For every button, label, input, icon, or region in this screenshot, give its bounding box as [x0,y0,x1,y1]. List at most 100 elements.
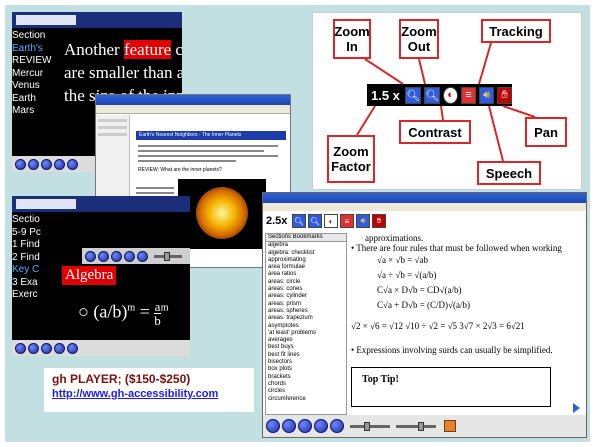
rule-line: C√a × D√b = CD√(a/b) [377,285,462,295]
sidebar-item[interactable]: areas: prism [268,301,346,308]
sidebar-item[interactable]: algebra [268,242,346,249]
middle-window-titlebar [96,95,290,105]
zoom-in-icon[interactable]: 🔍︎ [292,214,306,228]
zoom-in-icon[interactable]: 🔍︎ [405,86,422,104]
bullet-text: Expressions involving surds can usually … [356,345,553,355]
sidebar-item[interactable]: circumference [268,396,346,403]
sidebar-item[interactable]: areas: cylinder [268,293,346,300]
math-playerbar[interactable] [263,415,586,437]
speech-icon[interactable]: 🔊︎ [479,86,495,104]
sidebar-item[interactable]: areas: cones [268,286,346,293]
zoom-out-icon[interactable]: 🔍︎ [424,86,441,104]
power-formula: ○ (a/b)m = abm [78,299,169,328]
player-button[interactable] [28,158,39,170]
side-line[interactable]: 3 Exa [12,277,56,290]
contrast-icon[interactable]: ◐ [324,214,338,228]
left-top-toolbar [12,12,182,28]
sidebar-item[interactable]: algebra: checklist [268,250,346,257]
side-line[interactable]: Earth [12,93,58,106]
sidebar-item[interactable]: area ratios [268,271,346,278]
rule-line: √a ÷ √b = √(a/b) [377,270,437,280]
sidebar-item[interactable]: box plots [268,366,346,373]
player-button[interactable] [54,342,65,354]
left-bottom-playerbar[interactable] [12,340,190,356]
math-content: approximations. • There are four rules t… [351,233,575,415]
speed-slider[interactable] [350,421,390,431]
player-button[interactable] [54,158,65,170]
sidebar-item[interactable]: areas: circle [268,279,346,286]
player-button[interactable] [28,342,39,354]
math-zoom-value[interactable]: 2.5x [266,215,290,227]
bullet-rules: • There are four rules that must be foll… [351,243,562,253]
player-button[interactable] [67,158,78,170]
player-button[interactable] [15,158,26,170]
sidebar-item[interactable]: brackets [268,374,346,381]
left-bottom-playerbar-upper[interactable] [82,248,190,264]
left-bottom-screenshot: Sectio 5-9 Pc 1 Find 2 Find Key C 3 Exa … [12,196,190,356]
scroll-right-arrow[interactable] [573,403,580,413]
caption-link[interactable]: http://www.gh-accessibility.com [52,388,246,400]
side-line[interactable]: 1 Find [12,239,56,252]
sidebar-item[interactable]: areas: spheres [268,308,346,315]
side-line[interactable]: Earth's [12,43,58,56]
sidebar-tabs[interactable]: Sections Bookmarks [266,234,346,243]
player-button[interactable] [98,250,109,262]
volume-slider[interactable] [154,251,182,261]
pan-icon[interactable]: ✋︎ [497,86,513,104]
side-line[interactable]: Sectio [12,214,56,227]
side-line[interactable]: Mercur [12,68,58,81]
sidebar-item[interactable]: 'at least' problems [268,330,346,337]
zoom-out-icon[interactable]: 🔍︎ [308,214,322,228]
tracking-icon[interactable]: ≡ [461,86,477,104]
top-tip-box: Top Tip! [351,367,551,407]
sidebar-item[interactable]: area formulae [268,264,346,271]
bullet-simplify: • Expressions involving surds can usuall… [351,345,553,355]
player-button[interactable] [15,342,26,354]
side-line[interactable]: REVIEW [12,55,58,68]
middle-question: REVIEW: What are the inner planets? [138,167,222,173]
rule-line: C√a + D√b = (C/D)√(a/b) [377,300,470,310]
side-line[interactable]: Exerc [12,289,56,302]
sidebar-item[interactable]: averages [268,337,346,344]
math-window-titlebar [263,193,586,203]
sidebar-item[interactable]: chords [268,381,346,388]
settings-icon[interactable] [444,420,456,432]
bullet-text: There are four rules that must be follow… [356,243,562,253]
player-button[interactable] [85,250,96,262]
player-button[interactable] [124,250,135,262]
sidebar-item[interactable]: best fit lines [268,352,346,359]
forward-button-icon[interactable] [314,419,328,433]
zoom-out-label: Zoom Out [399,19,439,59]
player-button[interactable] [41,158,52,170]
contrast-icon[interactable]: ◐ [443,86,459,104]
sidebar-item[interactable]: approximating [268,257,346,264]
toolbar-strip [16,15,76,25]
sidebar-item[interactable]: asymptotes [268,323,346,330]
text-line: are smaller than all [64,63,182,82]
player-button[interactable] [137,250,148,262]
sidebar-item[interactable]: circles [268,388,346,395]
player-button[interactable] [41,342,52,354]
sidebar-item[interactable]: areas: trapezium [268,315,346,322]
back-button-icon[interactable] [266,419,280,433]
player-button[interactable] [111,250,122,262]
sidebar-item[interactable]: best buys [268,344,346,351]
sidebar-item[interactable]: bisectors [268,359,346,366]
volume-slider[interactable] [396,421,436,431]
play-button-icon[interactable] [282,419,296,433]
side-line[interactable]: Key C [12,264,56,277]
speech-icon[interactable]: 🔊︎ [356,214,370,228]
side-line[interactable]: 2 Find [12,252,56,265]
formula-exponent: m [127,302,136,314]
stop-button-icon[interactable] [298,419,312,433]
tracking-icon[interactable]: ≡ [340,214,354,228]
player-button[interactable] [67,342,78,354]
zoom-factor-value[interactable]: 1.5 x [371,88,402,103]
side-line[interactable]: Section [12,30,58,43]
side-line[interactable]: Venus [12,80,58,93]
side-line[interactable]: Mars [12,105,58,118]
pan-icon[interactable]: ✋︎ [372,214,386,228]
highlighted-word: feature [123,40,172,59]
side-line[interactable]: 5-9 Pc [12,227,56,240]
help-button-icon[interactable] [330,419,344,433]
